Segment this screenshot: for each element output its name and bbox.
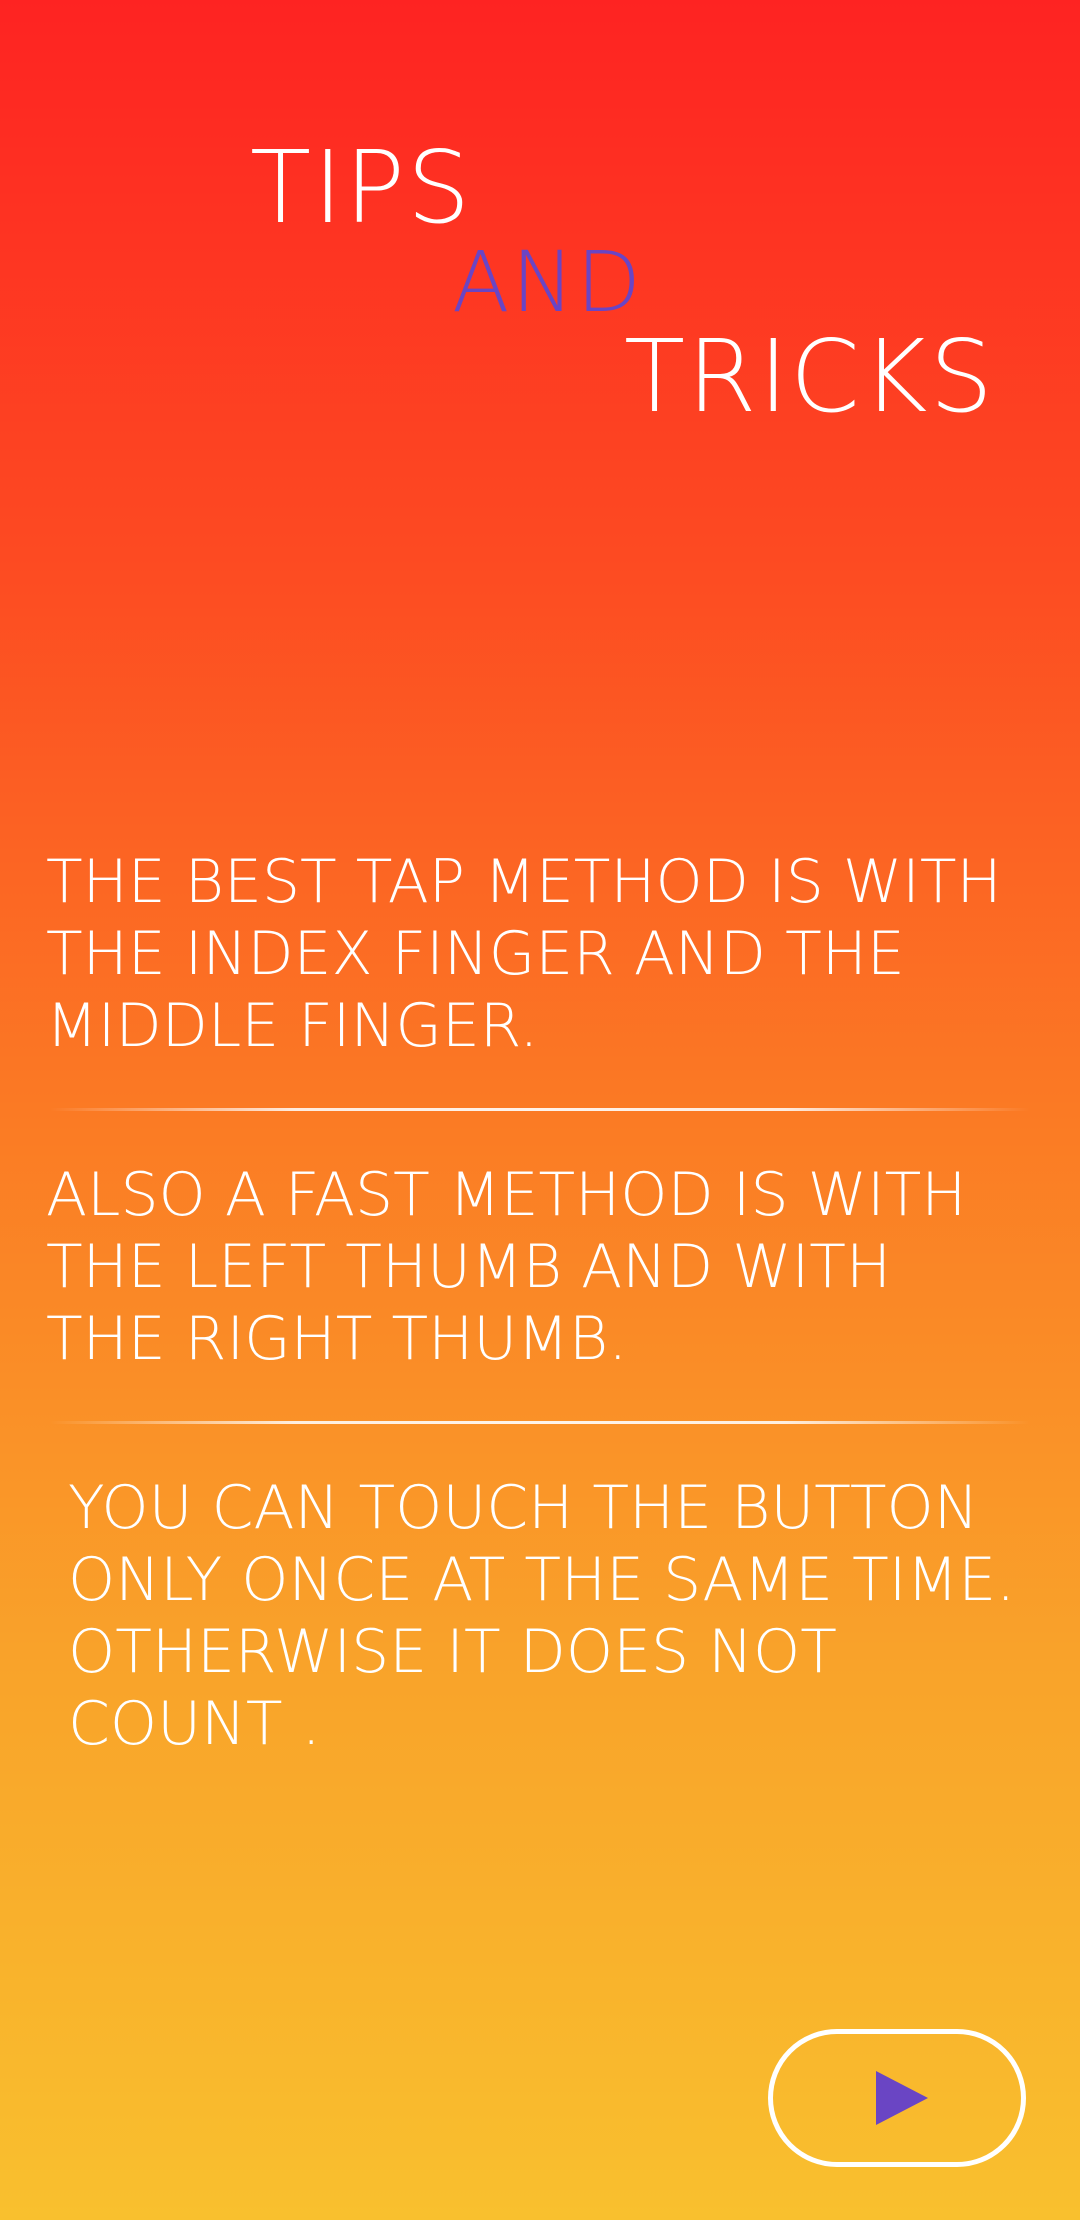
- divider: [50, 1108, 1030, 1111]
- tip-text: YOU CAN TOUCH THE BUTTON ONLY ONCE AT TH…: [68, 1473, 1016, 1759]
- title-word-tricks: TRICKS: [624, 318, 995, 435]
- play-icon: [876, 2071, 928, 2125]
- title-word-and: AND: [452, 233, 643, 331]
- tip-text: ALSO A FAST METHOD IS WITH THE LEFT THUM…: [46, 1160, 967, 1374]
- title-word-tips: TIPS: [250, 129, 473, 246]
- divider: [50, 1421, 1030, 1424]
- tip-text: THE BEST TAP METHOD IS WITH THE INDEX FI…: [46, 847, 1002, 1061]
- play-button[interactable]: [768, 2029, 1026, 2167]
